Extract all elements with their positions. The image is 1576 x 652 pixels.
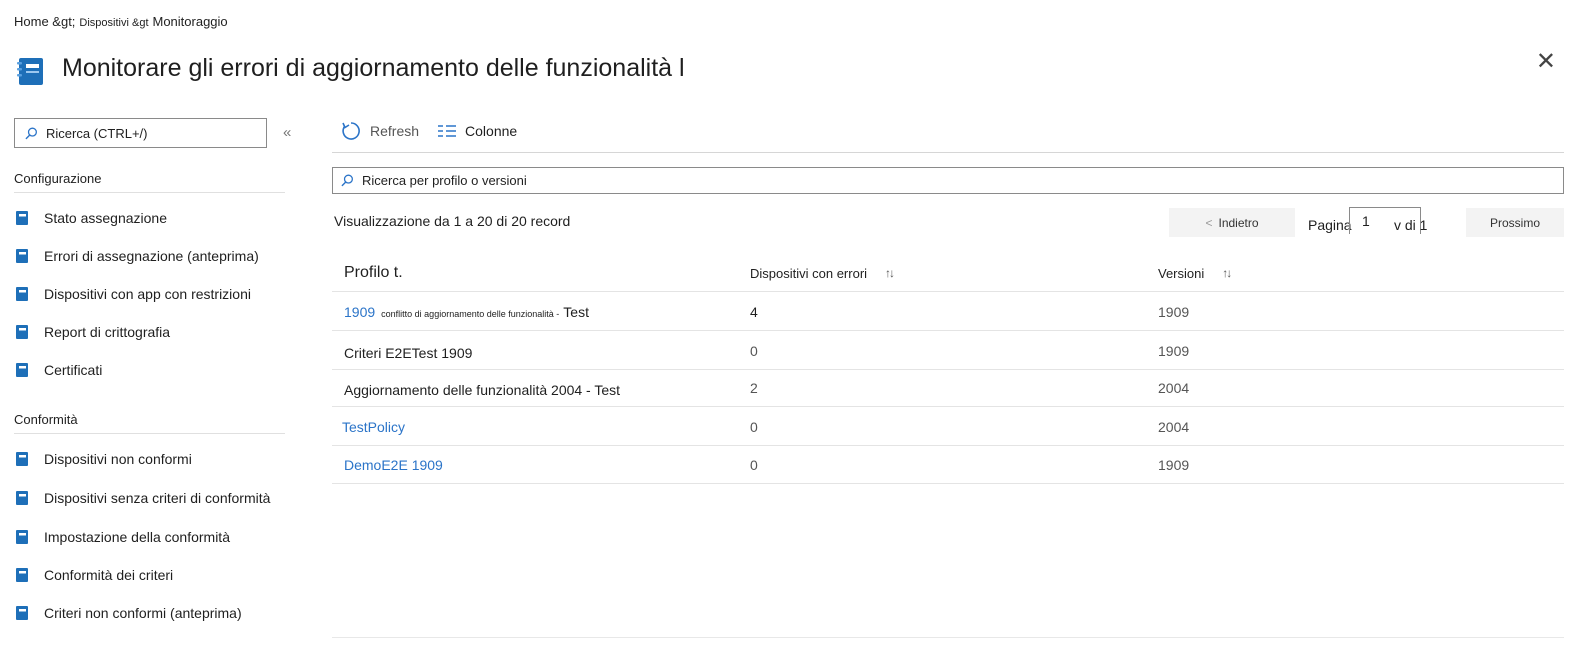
sidebar-item-label: Impostazione della conformità bbox=[44, 529, 230, 545]
devices-cell: 0 bbox=[750, 419, 758, 435]
profile-search-placeholder: Ricerca per profilo o versioni bbox=[362, 173, 527, 188]
row-divider bbox=[332, 406, 1564, 407]
notebook-icon bbox=[16, 325, 28, 339]
next-button[interactable]: Prossimo bbox=[1466, 208, 1564, 237]
version-cell: 1909 bbox=[1158, 343, 1190, 359]
sidebar-item-impostazione-conformita[interactable]: Impostazione della conformità bbox=[14, 526, 230, 548]
search-icon bbox=[25, 127, 37, 139]
columns-button[interactable]: Colonne bbox=[437, 123, 517, 139]
sort-icon[interactable]: ↑↓ bbox=[885, 266, 895, 280]
chevron-left-icon: < bbox=[1205, 215, 1213, 230]
sidebar-item-label: Conformità dei criteri bbox=[44, 567, 174, 583]
notebook-icon bbox=[16, 452, 28, 466]
column-header-profile[interactable]: Profilo t. bbox=[344, 258, 403, 288]
sidebar-search-placeholder: Ricerca (CTRL+/) bbox=[46, 125, 148, 141]
row-divider bbox=[332, 330, 1564, 331]
devices-cell: 0 bbox=[750, 343, 758, 359]
profile-link[interactable]: DemoE2E 1909 bbox=[344, 457, 443, 473]
notebook-icon bbox=[16, 568, 28, 582]
refresh-button[interactable]: Refresh bbox=[340, 120, 419, 142]
page-label: Pagina bbox=[1308, 217, 1352, 233]
sidebar-item-label: Certificati bbox=[44, 362, 103, 378]
columns-icon bbox=[438, 125, 457, 137]
profile-cell[interactable]: Criteri E2ETest 1909 bbox=[344, 345, 472, 361]
sidebar-search-input[interactable]: Ricerca (CTRL+/) bbox=[14, 118, 267, 148]
toolbar-divider bbox=[332, 152, 1564, 153]
sort-icon[interactable]: ↑↓ bbox=[1222, 266, 1232, 280]
notebook-icon bbox=[16, 606, 28, 620]
sidebar-item-dispositivi-app-restrizioni[interactable]: Dispositivi con app con restrizioni bbox=[14, 283, 251, 305]
sidebar-item-report-crittografia[interactable]: Report di crittografia bbox=[14, 321, 170, 343]
column-header-label: Dispositivi con errori bbox=[750, 265, 868, 281]
notebook-icon bbox=[17, 58, 43, 85]
back-label: Indietro bbox=[1218, 215, 1259, 230]
sidebar-item-conformita-criteri[interactable]: Conformità dei criteri bbox=[14, 564, 173, 586]
refresh-icon bbox=[342, 122, 360, 140]
breadcrumb-home[interactable]: Home &gt; bbox=[14, 14, 75, 29]
header-divider bbox=[332, 291, 1564, 292]
breadcrumb: Home &gt; Dispositivi &gt Monitoraggio bbox=[14, 14, 228, 29]
devices-cell: 4 bbox=[750, 304, 758, 320]
refresh-label: Refresh bbox=[370, 123, 420, 139]
notebook-icon bbox=[16, 287, 28, 301]
notebook-icon bbox=[16, 249, 28, 263]
sidebar-item-dispositivi-senza-criteri[interactable]: Dispositivi senza criteri di conformità bbox=[14, 487, 270, 509]
breadcrumb-current: Monitoraggio bbox=[152, 14, 228, 29]
search-icon bbox=[341, 174, 353, 187]
row-divider bbox=[332, 483, 1564, 484]
sidebar-item-criteri-non-conformi[interactable]: Criteri non conformi (anteprima) bbox=[14, 602, 242, 624]
profile-cell[interactable]: Aggiornamento delle funzionalità 2004 - … bbox=[344, 382, 620, 398]
toolbar: Refresh Colonne bbox=[340, 120, 517, 142]
notebook-icon bbox=[16, 491, 28, 505]
profile-detail: conflitto di aggiornamento delle funzion… bbox=[381, 309, 560, 319]
version-cell: 2004 bbox=[1158, 419, 1190, 435]
column-header-versions[interactable]: Versioni ↑↓ bbox=[1158, 258, 1232, 288]
sidebar-item-dispositivi-non-conformi[interactable]: Dispositivi non conformi bbox=[14, 448, 192, 470]
sidebar-item-label: Report di crittografia bbox=[44, 324, 171, 340]
sidebar-item-label: Stato assegnazione bbox=[44, 210, 167, 226]
version-cell: 2004 bbox=[1158, 380, 1190, 396]
row-divider bbox=[332, 445, 1564, 446]
breadcrumb-devices[interactable]: Dispositivi &gt bbox=[79, 17, 148, 29]
sidebar-item-errori-assegnazione[interactable]: Errori di assegnazione (anteprima) bbox=[14, 245, 259, 267]
table-row[interactable]: 1909 conflitto di aggiornamento delle fun… bbox=[344, 304, 589, 320]
back-button[interactable]: < Indietro bbox=[1169, 208, 1295, 237]
sidebar-item-stato-assegnazione[interactable]: Stato assegnazione bbox=[14, 207, 167, 229]
version-cell: 1909 bbox=[1158, 457, 1190, 473]
sidebar-item-label: Errori di assegnazione (anteprima) bbox=[44, 248, 259, 264]
devices-cell: 2 bbox=[750, 380, 758, 396]
columns-label: Colonne bbox=[465, 123, 518, 139]
content-bottom-divider bbox=[332, 637, 1564, 638]
column-header-devices[interactable]: Dispositivi con errori ↑↓ bbox=[750, 258, 895, 288]
column-header-label: Versioni bbox=[1158, 265, 1205, 281]
devices-cell: 0 bbox=[750, 457, 758, 473]
sidebar-item-certificati[interactable]: Certificati bbox=[14, 359, 102, 381]
group-title-configurazione: Configurazione bbox=[14, 171, 285, 193]
column-header-label: Profilo t. bbox=[344, 264, 403, 281]
version-cell: 1909 bbox=[1158, 304, 1190, 320]
collapse-sidebar-icon[interactable]: « bbox=[283, 124, 291, 141]
profile-suffix: Test bbox=[563, 304, 589, 320]
page-total: v di 1 bbox=[1394, 217, 1428, 233]
notebook-icon bbox=[16, 211, 28, 225]
sidebar-item-label: Dispositivi con app con restrizioni bbox=[44, 286, 251, 302]
group-title-conformita: Conformità bbox=[14, 412, 285, 434]
notebook-icon bbox=[16, 530, 28, 544]
row-divider bbox=[332, 369, 1564, 370]
page-title: Monitorare gli errori di aggiornamento d… bbox=[62, 53, 685, 82]
profile-link[interactable]: 1909 bbox=[344, 304, 375, 320]
sidebar-item-label: Dispositivi non conformi bbox=[44, 451, 192, 467]
close-icon[interactable]: ✕ bbox=[1536, 50, 1556, 74]
page-header: Monitorare gli errori di aggiornamento d… bbox=[14, 48, 685, 88]
sidebar-item-label: Criteri non conformi (anteprima) bbox=[44, 605, 242, 621]
sidebar-item-label: Dispositivi senza criteri di conformità bbox=[44, 490, 271, 506]
next-label: Prossimo bbox=[1489, 215, 1540, 230]
profile-link[interactable]: TestPolicy bbox=[342, 419, 405, 435]
notebook-icon bbox=[16, 363, 28, 377]
profile-search-input[interactable]: Ricerca per profilo o versioni bbox=[332, 167, 1564, 194]
records-count: Visualizzazione da 1 a 20 di 20 record bbox=[334, 213, 571, 229]
